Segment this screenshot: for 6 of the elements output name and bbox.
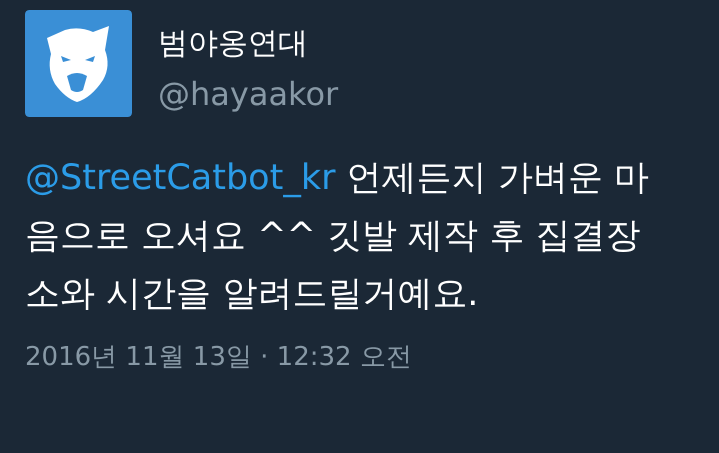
author-handle: @hayaakor [158,74,338,114]
cat-logo-icon [25,10,132,117]
author-name: 범야옹연대 [158,26,309,62]
tweet-text: @StreetCatbot_kr 언제든지 가벼운 마음으로 오셔요 ^^ 깃발 제작 후 집결장소와 시간을 알려드릴거예요. [25,157,650,316]
mention-link[interactable]: @StreetCatbot_kr [25,158,336,198]
timestamp: 2016년 11월 13일 · 12:32 오전 [25,341,413,373]
